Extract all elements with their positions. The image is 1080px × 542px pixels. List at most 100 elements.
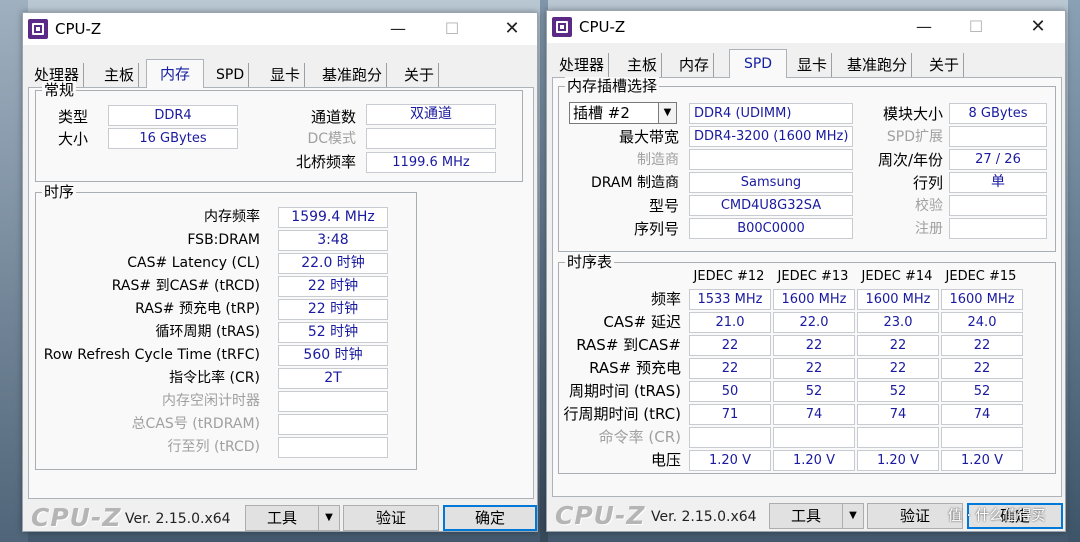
- tab-bench[interactable]: 基准跑分: [843, 53, 913, 77]
- timing-row-label: RAS# 预充电: [589, 359, 681, 377]
- timing-cell: 1.20 V: [773, 450, 855, 471]
- slot-select[interactable]: 插槽 #2 ▼: [569, 102, 677, 124]
- nb-frequency-label: 北桥频率: [295, 153, 356, 171]
- minimize-button[interactable]: —: [901, 11, 947, 43]
- dram-manufacturer-label: DRAM 制造商: [590, 175, 679, 191]
- tab-spd[interactable]: SPD: [729, 49, 787, 78]
- tools-button[interactable]: 工具: [245, 505, 319, 531]
- timings-group-title: 时序: [42, 183, 77, 201]
- timing-cell: [689, 427, 771, 448]
- tab-cpu[interactable]: 处理器: [555, 53, 610, 77]
- dc-mode-value: [366, 128, 496, 149]
- timing-row-label: 电压: [650, 451, 681, 469]
- tools-dropdown-arrow[interactable]: ▼: [842, 503, 864, 529]
- timing-label: RAS# 预充电 (tRP): [135, 301, 260, 317]
- maximize-button[interactable]: ☐: [953, 11, 999, 43]
- timing-cell: 22: [941, 335, 1023, 356]
- timing-label: FSB:DRAM: [187, 232, 260, 248]
- timing-value: 560 时钟: [278, 345, 388, 366]
- type-label: 类型: [58, 108, 89, 126]
- ranks-label: 行列: [912, 174, 943, 192]
- dc-mode-label: DC模式: [307, 131, 356, 147]
- chevron-down-icon[interactable]: ▼: [658, 103, 676, 123]
- module-type-value: DDR4 (UDIMM): [689, 103, 853, 124]
- ranks-value: 单: [949, 172, 1047, 193]
- title-bar[interactable]: CPU-Z — ☐ ✕: [23, 13, 537, 45]
- maximize-button[interactable]: ☐: [429, 13, 475, 45]
- timing-table-title: 时序表: [565, 253, 615, 271]
- manufacturer-label: 制造商: [637, 152, 679, 168]
- timing-cell: 74: [857, 404, 939, 425]
- cpuz-logo: CPU-Z: [31, 503, 122, 532]
- window-title: CPU-Z: [55, 20, 102, 38]
- timing-label: 指令比率 (CR): [169, 370, 260, 386]
- tab-graphics[interactable]: 显卡: [266, 63, 306, 87]
- slot-group-title: 内存插槽选择: [565, 77, 660, 95]
- timing-column-header: JEDEC #15: [945, 269, 1017, 284]
- size-label: 大小: [58, 130, 89, 148]
- channels-value: 双通道: [366, 104, 496, 125]
- timing-cell: 21.0: [689, 312, 771, 333]
- module-size-label: 模块大小: [882, 105, 943, 123]
- title-bar[interactable]: CPU-Z — ☐ ✕: [547, 11, 1065, 43]
- timing-cell: 52: [857, 381, 939, 402]
- timing-value: 22.0 时钟: [278, 253, 388, 274]
- tools-dropdown-arrow[interactable]: ▼: [318, 505, 340, 531]
- general-group: 常规 类型 DDR4 大小 16 GBytes 通道数 双通道 DC模式 北桥频…: [35, 81, 523, 182]
- timing-cell: [857, 427, 939, 448]
- tab-memory[interactable]: 内存: [675, 53, 715, 77]
- tab-memory[interactable]: 内存: [146, 59, 204, 88]
- cpuz-window-memory: CPU-Z — ☐ ✕ 处理器 主板 内存 SPD 显卡 基准跑分 关于 常规 …: [22, 12, 538, 532]
- tab-mainboard[interactable]: 主板: [623, 53, 663, 77]
- close-button[interactable]: ✕: [489, 13, 535, 45]
- ok-button[interactable]: 确定: [443, 505, 537, 531]
- timing-cell: [773, 427, 855, 448]
- dram-manufacturer-value: Samsung: [689, 172, 853, 193]
- timing-cell: 22: [689, 335, 771, 356]
- checksum-label: 校验: [915, 198, 943, 214]
- minimize-button[interactable]: —: [375, 13, 421, 45]
- timing-row-label: 周期时间 (tRAS): [569, 382, 681, 400]
- timing-label: 行至列 (tRCD): [167, 439, 260, 455]
- timing-cell: 52: [773, 381, 855, 402]
- tab-spd[interactable]: SPD: [212, 63, 250, 87]
- timing-table-group: 时序表 JEDEC #12 JEDEC #13 JEDEC #14 JEDEC #15…: [558, 253, 1056, 474]
- tools-button[interactable]: 工具: [769, 503, 843, 529]
- tab-graphics[interactable]: 显卡: [793, 53, 833, 77]
- timing-cell: 23.0: [857, 312, 939, 333]
- cpuz-logo: CPU-Z: [555, 501, 646, 530]
- serial-number-value: B00C0000: [689, 218, 853, 239]
- timing-label: RAS# 到CAS# (tRCD): [111, 278, 260, 294]
- timing-value: 22 时钟: [278, 276, 388, 297]
- timings-group: 时序 内存频率 1599.4 MHz FSB:DRAM 3:48 CAS# Latenc…: [35, 183, 417, 470]
- validate-button[interactable]: 验证: [343, 505, 439, 531]
- part-number-value: CMD4U8G32SA: [689, 195, 853, 216]
- timing-value: 22 时钟: [278, 299, 388, 320]
- timing-column-header: JEDEC #13: [777, 269, 849, 284]
- timing-cell: [941, 427, 1023, 448]
- timing-column-header: JEDEC #12: [693, 269, 765, 284]
- tab-about[interactable]: 关于: [925, 53, 965, 77]
- tab-mainboard[interactable]: 主板: [100, 63, 140, 87]
- timing-cell: 1600 MHz: [941, 289, 1023, 310]
- timing-label: CAS# Latency (CL): [127, 255, 260, 271]
- timing-row-label: CAS# 延迟: [603, 313, 681, 331]
- version-text: Ver. 2.15.0.x64: [651, 509, 757, 525]
- cpuz-window-spd: CPU-Z — ☐ ✕ 处理器 主板 内存 SPD 显卡 基准跑分 关于 内存插…: [546, 10, 1066, 532]
- general-group-title: 常规: [42, 81, 77, 99]
- timing-cell: 52: [941, 381, 1023, 402]
- timing-label: 总CAS号 (tRDRAM): [131, 416, 260, 432]
- timing-row-label: 命令率 (CR): [598, 428, 681, 446]
- spd-ext-label: SPD扩展: [886, 129, 943, 145]
- memory-tab-panel: 常规 类型 DDR4 大小 16 GBytes 通道数 双通道 DC模式 北桥频…: [28, 81, 534, 499]
- timing-cell: 22: [689, 358, 771, 379]
- week-year-label: 周次/年份: [877, 151, 943, 169]
- timing-cell: 1.20 V: [941, 450, 1023, 471]
- checksum-value: [949, 195, 1047, 216]
- tab-bench[interactable]: 基准跑分: [318, 63, 388, 87]
- close-button[interactable]: ✕: [1015, 11, 1061, 43]
- timing-cell: 22: [941, 358, 1023, 379]
- timing-cell: 1600 MHz: [773, 289, 855, 310]
- tab-about[interactable]: 关于: [400, 63, 440, 87]
- timing-value: 1599.4 MHz: [278, 207, 388, 228]
